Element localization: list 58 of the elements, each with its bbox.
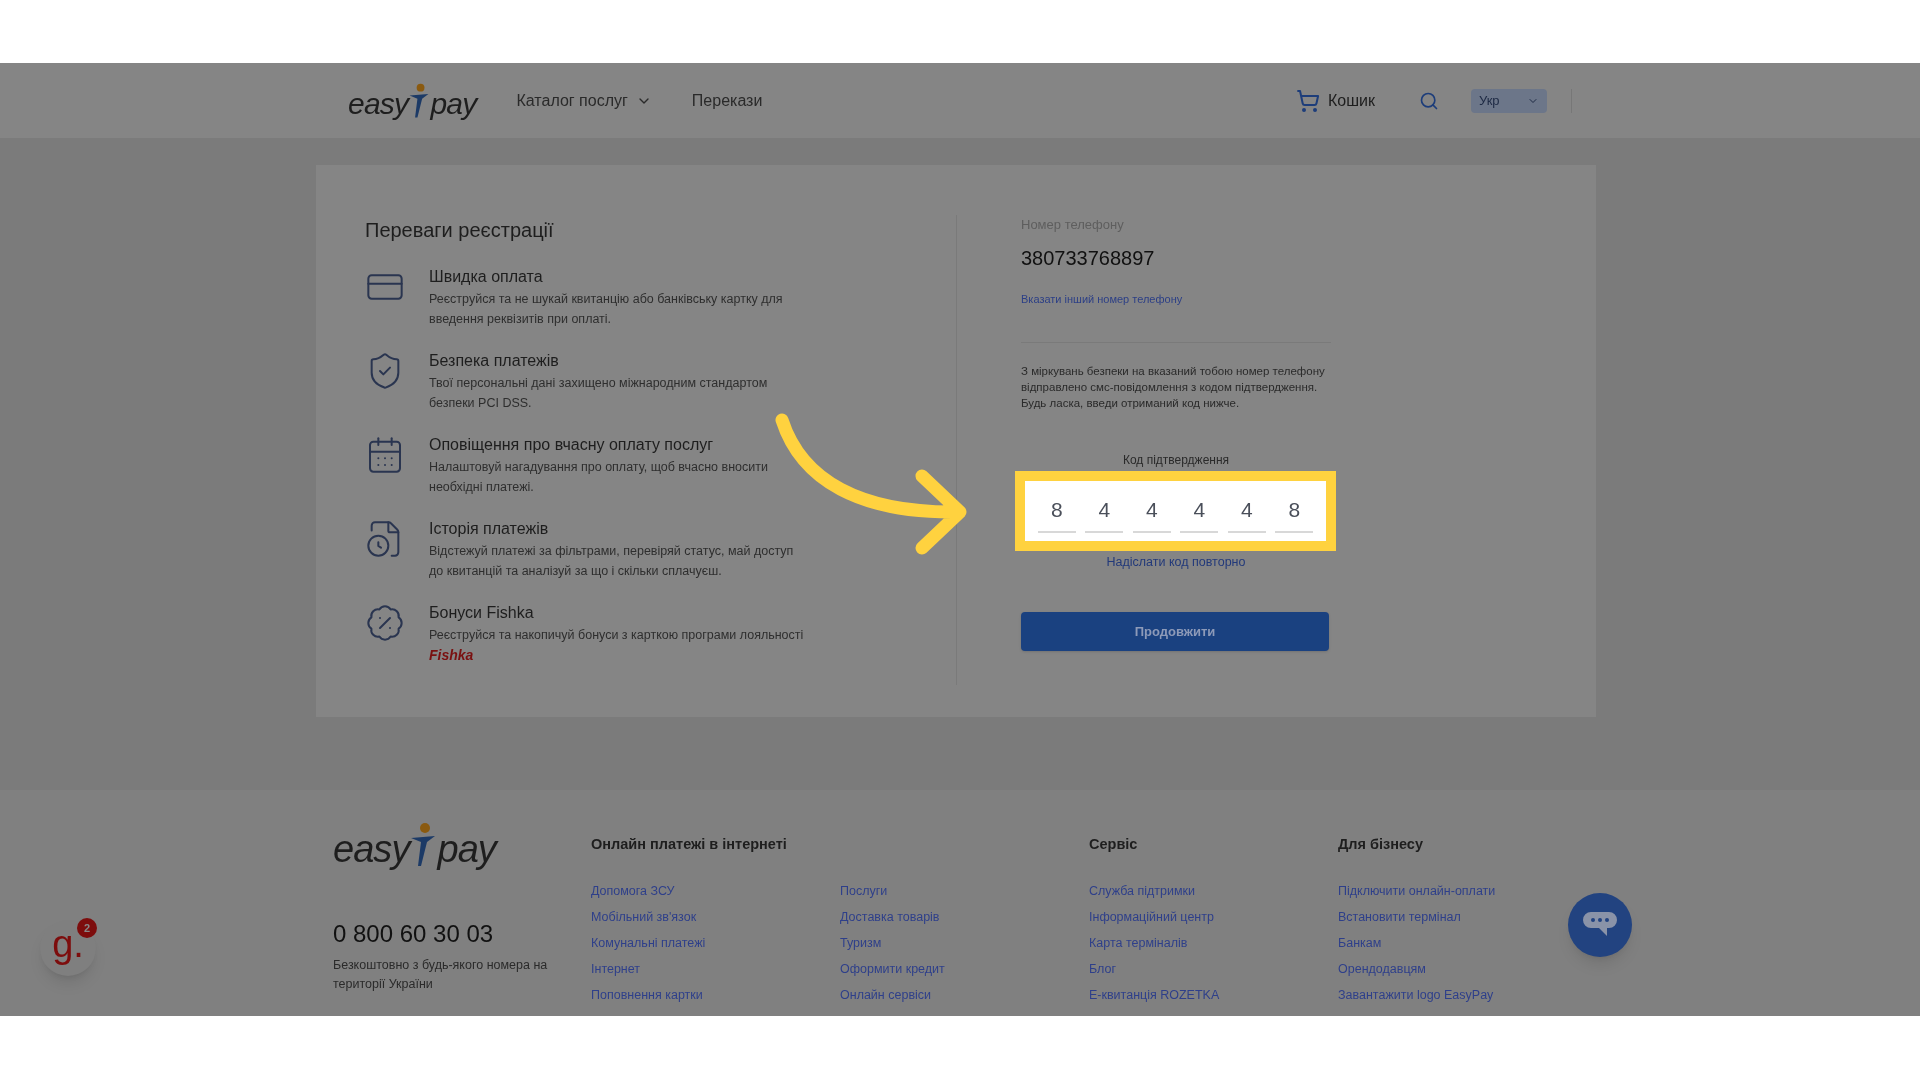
logo-text: pay xyxy=(430,88,477,119)
footer-link[interactable]: Допомога ЗСУ xyxy=(591,881,824,900)
benefit-description: Відстежуй платежі за фільтрами, перевіряй статус, май доступ до квитанцій та аналізуй за що і скільки сплачуєш. xyxy=(429,543,795,580)
benefit-title: Історія платежів xyxy=(429,519,550,539)
footer-link[interactable]: Встановити термінал xyxy=(1338,907,1571,926)
footer-link[interactable]: Поповнення картки xyxy=(591,985,824,1004)
benefit-description: Налаштовуй нагадування про оплату, щоб вчасно вносити необхідні платежі. xyxy=(429,459,769,496)
footer-heading: Сервіс xyxy=(1089,835,1139,854)
benefit-description: Реєструйся та не шукай квитанцію або банківську картку для введення реквізитів при оплаті. xyxy=(429,291,784,328)
code-digit-field[interactable]: 8 xyxy=(1275,489,1314,533)
nav-menu[interactable]: Каталог послуг xyxy=(516,88,652,113)
footer-link[interactable]: Банкам xyxy=(1338,933,1571,952)
hotline-note: Безкоштовно з будь-якого номера на території України xyxy=(333,957,549,993)
brand-logo: Fishka xyxy=(429,647,474,663)
benefit-title: Оповіщення про вчасну оплату послуг xyxy=(429,435,715,455)
footer-link[interactable]: Оформити кредит xyxy=(840,959,1073,978)
footer-link[interactable]: Мобільний зв'язок xyxy=(591,907,824,926)
footer-link[interactable]: Інтернет xyxy=(591,959,824,978)
footer-link[interactable]: Підключити онлайн-оплати xyxy=(1338,881,1571,900)
phone-number: 380733768897 xyxy=(1021,245,1156,271)
footer-link[interactable]: Карта терміналів xyxy=(1089,933,1322,952)
code-digit-field[interactable]: 4 xyxy=(1132,489,1171,533)
cart-icon xyxy=(1296,88,1320,113)
footer-heading: Онлайн платежі в інтернеті xyxy=(591,835,788,854)
cart-button[interactable]: Кошик xyxy=(1296,88,1375,113)
footer-link[interactable]: Онлайн сервіси xyxy=(840,985,1073,1004)
footer-link[interactable]: Блог xyxy=(1089,959,1322,978)
nav-link[interactable]: Перекази xyxy=(691,88,763,113)
benefit-title: Безпека платежів xyxy=(429,351,560,371)
code-label: Код підтвердження xyxy=(1121,452,1231,469)
search-icon[interactable] xyxy=(1419,90,1439,111)
logo-text: easy xyxy=(348,88,409,119)
change-phone-link[interactable]: Вказати інший номер телефону xyxy=(1021,290,1330,307)
footer-link[interactable]: Комунальні платежі xyxy=(591,933,824,952)
code-digit-field[interactable]: 4 xyxy=(1227,489,1266,533)
benefit-description: Реєструйся та накопичуй бонуси з карткою програми лояльності Fishka xyxy=(429,627,805,665)
footer-link[interactable]: Інформаційний центр xyxy=(1089,907,1322,926)
footer-link[interactable]: Туризм xyxy=(840,933,1073,952)
footer-link[interactable]: Завантажити logo EasyPay xyxy=(1338,985,1571,1004)
resend-code-link[interactable]: Надіслати код повторно xyxy=(1021,553,1331,572)
hotline-number: 0 800 60 30 03 xyxy=(333,919,495,949)
language-select[interactable]: Укр xyxy=(1471,88,1547,113)
code-digit-field[interactable]: 4 xyxy=(1180,489,1219,533)
benefit-description: Твої персональні дані захищено міжнародним стандартом безпеки PCI DSS. xyxy=(429,375,769,412)
benefit-title: Бонуси Fishka xyxy=(429,603,535,623)
logo-text: easy xyxy=(333,830,410,868)
footer-link[interactable]: Доставка товарів xyxy=(840,907,1073,926)
footer-link[interactable]: Е-квитанція ROZETKA xyxy=(1089,985,1322,1004)
footer-link[interactable]: Служба підтримки xyxy=(1089,881,1322,900)
code-digit-field[interactable]: 4 xyxy=(1085,489,1124,533)
footer-link[interactable]: Послуги xyxy=(840,881,1073,900)
footer-heading: Для бізнесу xyxy=(1338,835,1424,854)
benefit-title: Швидка оплата xyxy=(429,267,544,287)
footer-link[interactable]: Орендодавцям xyxy=(1338,959,1571,978)
section-title: Переваги реєстрації xyxy=(365,218,555,243)
continue-button[interactable]: Продовжити xyxy=(1021,611,1329,651)
code-digit-field[interactable]: 8 xyxy=(1037,489,1076,533)
notice-text: З міркувань безпеки на вказаний тобою номер телефону відправлено смс-повідомлення з кодом підтвердження. Будь ласка, введи отриманий код нижче. xyxy=(1021,364,1326,411)
